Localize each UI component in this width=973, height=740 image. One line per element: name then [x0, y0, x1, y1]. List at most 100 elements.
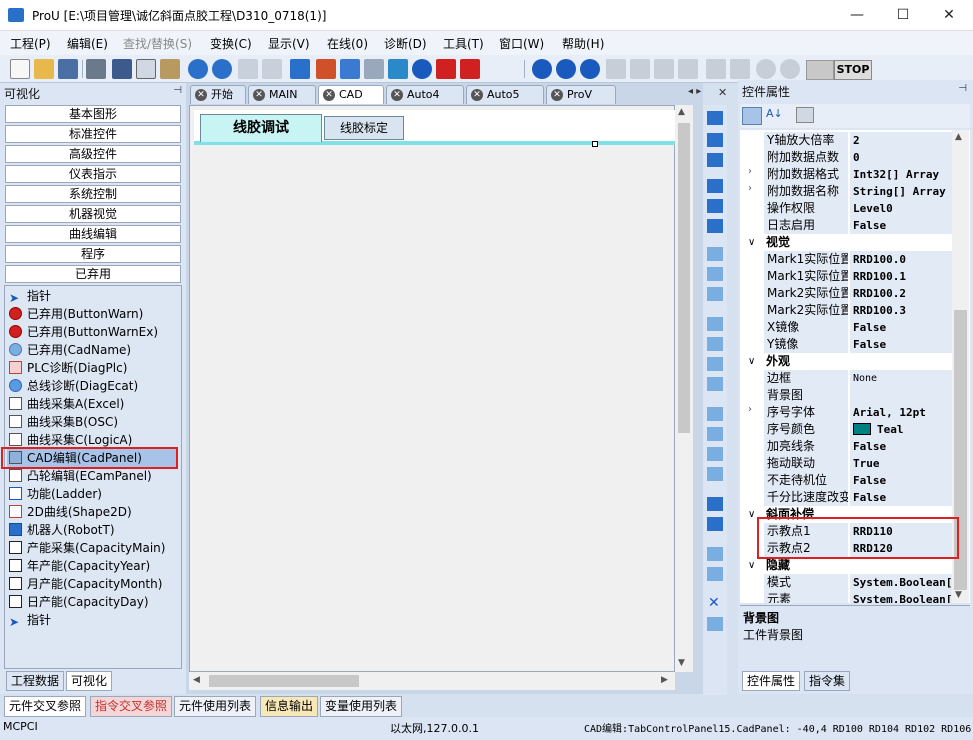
tab-control-properties[interactable]: 控件属性: [742, 671, 801, 691]
scroll-down-icon[interactable]: ▼: [678, 658, 685, 668]
property-row[interactable]: 操作权限 Level0: [742, 200, 954, 217]
property-value[interactable]: System.Boolean[: [850, 574, 954, 591]
tab-glue-calibration[interactable]: 线胶标定: [324, 116, 404, 140]
doc-tab-auto4[interactable]: ✕ Auto4: [386, 85, 464, 104]
collapse-icon[interactable]: ∨: [748, 353, 755, 370]
doc-tab-start[interactable]: ✕ 开始: [190, 85, 246, 104]
copy-icon[interactable]: [136, 59, 156, 79]
tools-icon[interactable]: [316, 59, 336, 79]
property-value[interactable]: False: [850, 217, 954, 234]
property-value[interactable]: True: [850, 455, 954, 472]
property-row[interactable]: Mark1实际位置 RRD100.0: [742, 251, 954, 268]
stop-circle-icon[interactable]: [556, 59, 576, 79]
category-machine-vision[interactable]: 机器视觉: [5, 205, 181, 223]
h-spacing-icon[interactable]: [707, 377, 723, 391]
step-icon[interactable]: [678, 59, 698, 79]
property-row[interactable]: 附加数据点数 0: [742, 149, 954, 166]
monitor-icon[interactable]: [730, 59, 750, 79]
reset-icon[interactable]: [580, 59, 600, 79]
close-icon[interactable]: ✕: [391, 89, 403, 101]
property-value[interactable]: RRD100.1: [850, 268, 954, 285]
download-red-icon[interactable]: [436, 59, 456, 79]
center-v-icon[interactable]: [707, 517, 723, 531]
tab-info-output[interactable]: 信息输出: [260, 696, 319, 717]
property-row[interactable]: 日志启用 False: [742, 217, 954, 234]
page-icon[interactable]: [706, 59, 726, 79]
property-value[interactable]: System.Boolean[: [850, 591, 954, 603]
close-icon[interactable]: ✕: [551, 89, 563, 101]
align-middle-icon[interactable]: [707, 199, 723, 213]
menu-online[interactable]: 在线(0): [327, 35, 368, 52]
tool-item[interactable]: 功能(Ladder): [7, 485, 102, 503]
menu-edit[interactable]: 编辑(E): [67, 35, 108, 52]
property-value[interactable]: RRD100.0: [850, 251, 954, 268]
h-spacing-icon[interactable]: [707, 317, 723, 331]
tab-visualization[interactable]: 可视化: [66, 671, 113, 691]
property-row[interactable]: 元素 System.Boolean[: [742, 591, 954, 603]
link-icon[interactable]: [388, 59, 408, 79]
scroll-up-icon[interactable]: ▲: [955, 132, 962, 142]
menu-window[interactable]: 窗口(W): [499, 35, 544, 52]
scroll-left-icon[interactable]: ◀: [193, 675, 200, 685]
tab-element-xref[interactable]: 元件交叉参照: [4, 696, 87, 717]
tool-item[interactable]: PLC诊断(DiagPlc): [7, 359, 127, 377]
window-icon[interactable]: [340, 59, 360, 79]
step-icon[interactable]: [606, 59, 626, 79]
tool-item[interactable]: 日产能(CapacityDay): [7, 593, 149, 611]
category-deprecated[interactable]: 已弃用: [5, 265, 181, 283]
expand-icon[interactable]: ›: [748, 166, 752, 177]
property-row[interactable]: 千分比速度改变 False: [742, 489, 954, 506]
print-icon[interactable]: [86, 59, 106, 79]
tool-item[interactable]: 总线诊断(DiagEcat): [7, 377, 138, 395]
close-icon[interactable]: ✕: [471, 89, 483, 101]
v-spacing-icon[interactable]: [707, 467, 723, 481]
property-row[interactable]: Mark2实际位置 RRD100.3: [742, 302, 954, 319]
scroll-thumb[interactable]: [678, 123, 690, 433]
same-width-icon[interactable]: [707, 247, 723, 261]
category-advanced-controls[interactable]: 高级控件: [5, 145, 181, 163]
property-value[interactable]: Teal: [850, 421, 954, 438]
category-standard-controls[interactable]: 标准控件: [5, 125, 181, 143]
redo-icon[interactable]: [212, 59, 232, 79]
category-instruments[interactable]: 仪表指示: [5, 165, 181, 183]
property-row[interactable]: X镜像 False: [742, 319, 954, 336]
tool-item[interactable]: 凸轮编辑(ECamPanel): [7, 467, 152, 485]
horizontal-scrollbar[interactable]: ◀ ▶: [189, 672, 675, 690]
tool-item[interactable]: ➤ 指针: [7, 611, 51, 629]
property-value[interactable]: False: [850, 472, 954, 489]
scroll-right-icon[interactable]: ▶: [661, 675, 668, 685]
property-row[interactable]: › 附加数据格式 Int32[] Array: [742, 166, 954, 183]
category-curve-edit[interactable]: 曲线编辑: [5, 225, 181, 243]
tool-item[interactable]: 已弃用(CadName): [7, 341, 131, 359]
scroll-down-icon[interactable]: ▼: [955, 590, 962, 600]
tab-scroll-icon[interactable]: ◂ ▸: [688, 86, 701, 97]
paste-icon[interactable]: [160, 59, 180, 79]
category-basic-shapes[interactable]: 基本图形: [5, 105, 181, 123]
send-back-icon[interactable]: [707, 567, 723, 581]
dev-icon[interactable]: [238, 59, 258, 79]
tool-item[interactable]: 月产能(CapacityMonth): [7, 575, 162, 593]
menu-view[interactable]: 显示(V): [268, 35, 310, 52]
stop-button[interactable]: STOP: [834, 60, 872, 80]
scroll-thumb[interactable]: [209, 675, 359, 687]
vertical-scrollbar[interactable]: ▲ ▼: [675, 105, 693, 672]
property-value[interactable]: False: [850, 319, 954, 336]
property-row[interactable]: 不走待机位 False: [742, 472, 954, 489]
download-icon[interactable]: [290, 59, 310, 79]
zoom-out-icon[interactable]: [780, 59, 800, 79]
v-spacing-icon[interactable]: [707, 407, 723, 421]
property-value[interactable]: Int32[] Array: [850, 166, 954, 183]
v-spacing-icon[interactable]: [707, 427, 723, 441]
delete-icon[interactable]: ✕: [708, 595, 720, 611]
property-value[interactable]: False: [850, 438, 954, 455]
category-program[interactable]: 程序: [5, 245, 181, 263]
property-row[interactable]: › 序号字体 Arial, 12pt: [742, 404, 954, 421]
align-left-icon[interactable]: [707, 111, 723, 125]
property-value[interactable]: RRD100.3: [850, 302, 954, 319]
zoom-in-icon[interactable]: [756, 59, 776, 79]
doc-tab-cad[interactable]: ✕ CAD: [318, 85, 384, 104]
menu-tools[interactable]: 工具(T): [443, 35, 484, 52]
property-row[interactable]: Mark2实际位置 RRD100.2: [742, 285, 954, 302]
tool-item[interactable]: 曲线采集B(OSC): [7, 413, 118, 431]
collapse-icon[interactable]: ∨: [748, 557, 755, 574]
